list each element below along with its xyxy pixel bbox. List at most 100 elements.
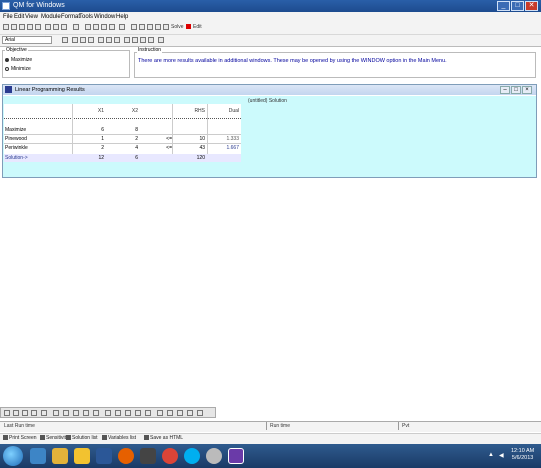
undo-icon[interactable] (73, 24, 79, 30)
tool-icon[interactable] (145, 410, 151, 416)
align-right-icon[interactable] (114, 37, 120, 43)
underline-icon[interactable] (88, 37, 94, 43)
tool-icon[interactable] (177, 410, 183, 416)
tile-icon[interactable] (139, 24, 145, 30)
solve-label[interactable]: Solve (171, 24, 184, 30)
minimize-label: Minimize (11, 66, 31, 72)
table-icon[interactable] (85, 24, 91, 30)
solve-icon[interactable] (163, 24, 169, 30)
tool-icon[interactable] (93, 410, 99, 416)
folder-icon[interactable] (52, 448, 68, 464)
save-as-icon[interactable] (27, 24, 33, 30)
menu-tools[interactable]: Tools (79, 14, 93, 21)
calculator-icon[interactable] (109, 24, 115, 30)
menu-format[interactable]: Format (61, 14, 80, 21)
maximize-label: Maximize (11, 57, 33, 63)
new-icon[interactable] (3, 24, 9, 30)
stop-icon[interactable] (186, 24, 191, 29)
window-icon[interactable] (131, 24, 137, 30)
notes-icon[interactable] (74, 448, 90, 464)
copy-window-icon[interactable] (155, 24, 161, 30)
tool-icon[interactable] (105, 410, 111, 416)
help-icon[interactable] (119, 24, 125, 30)
cut-icon[interactable] (45, 24, 51, 30)
menu-edit[interactable]: Edit (14, 14, 24, 21)
zoom-icon[interactable] (132, 37, 138, 43)
tool-icon[interactable] (187, 410, 193, 416)
printer-icon (3, 435, 8, 441)
tool-icon[interactable] (41, 410, 47, 416)
decimal-icon[interactable] (124, 37, 130, 43)
menu-view[interactable]: View (25, 14, 38, 21)
tab-print-screen[interactable]: Print Screen (3, 435, 37, 441)
italic-icon[interactable] (80, 37, 86, 43)
row-label-periwinkle: Periwinkle (5, 145, 28, 151)
start-button[interactable] (3, 446, 23, 466)
cell-pinewood-dual: 1.333 (226, 136, 239, 142)
tool-icon[interactable] (13, 410, 19, 416)
tab-variables-list[interactable]: Variables list (102, 435, 136, 441)
align-center-icon[interactable] (106, 37, 112, 43)
color-icon[interactable] (140, 37, 146, 43)
menu-window[interactable]: Window (94, 14, 115, 21)
menu-module[interactable]: Module (41, 14, 61, 21)
print-icon[interactable] (35, 24, 41, 30)
cell-periwinkle-x1: 2 (101, 145, 104, 151)
maximize-radio[interactable] (5, 58, 9, 62)
menu-file[interactable]: File (3, 14, 13, 21)
font-size-icon[interactable] (62, 37, 68, 43)
results-minimize-button[interactable]: – (500, 86, 510, 94)
tool-icon[interactable] (4, 410, 10, 416)
maximize-button[interactable]: □ (511, 1, 524, 11)
media-icon[interactable] (140, 448, 156, 464)
tool-icon[interactable] (73, 410, 79, 416)
network-icon[interactable]: ▲ (488, 452, 494, 458)
chart-icon[interactable] (101, 24, 107, 30)
open-icon[interactable] (11, 24, 17, 30)
results-close-button[interactable]: × (522, 86, 532, 94)
skype-icon[interactable] (184, 448, 200, 464)
minimize-button[interactable]: _ (497, 1, 510, 11)
qm-taskbar-icon[interactable] (228, 448, 244, 464)
tool-icon[interactable] (83, 410, 89, 416)
row-label-maximize: Maximize (5, 127, 27, 133)
utility-icon[interactable] (206, 448, 222, 464)
tool-icon[interactable] (63, 410, 69, 416)
cascade-icon[interactable] (147, 24, 153, 30)
minimize-radio[interactable] (5, 67, 9, 71)
settings-icon[interactable] (158, 37, 164, 43)
menu-help[interactable]: Help (116, 14, 128, 21)
tool-icon[interactable] (53, 410, 59, 416)
tool-icon[interactable] (31, 410, 37, 416)
tool-icon[interactable] (197, 410, 203, 416)
clock[interactable]: 12:10 AM 5/6/2013 (511, 448, 534, 462)
copy-icon[interactable] (53, 24, 59, 30)
tool-icon[interactable] (115, 410, 121, 416)
save-icon[interactable] (19, 24, 25, 30)
tab-sensitivity[interactable]: Sensitivity (40, 435, 69, 441)
grid-icon[interactable] (93, 24, 99, 30)
cell-solution-x1: 12 (98, 155, 104, 161)
ie-icon[interactable] (30, 448, 46, 464)
results-maximize-button[interactable]: □ (511, 86, 521, 94)
chrome-icon[interactable] (162, 448, 178, 464)
tab-solution-list[interactable]: Solution list (66, 435, 98, 441)
firefox-icon[interactable] (118, 448, 134, 464)
font-field[interactable]: Arial (2, 36, 52, 44)
bold-icon[interactable] (72, 37, 78, 43)
fill-icon[interactable] (148, 37, 154, 43)
tool-icon[interactable] (167, 410, 173, 416)
results-window-title: Linear Programming Results (15, 87, 85, 93)
tab-save-html[interactable]: Save as HTML (144, 435, 183, 441)
volume-icon[interactable]: ◀ (499, 452, 504, 459)
align-left-icon[interactable] (98, 37, 104, 43)
word-icon[interactable] (96, 448, 112, 464)
close-button[interactable]: ✕ (525, 1, 538, 11)
edit-label[interactable]: Edit (193, 24, 202, 30)
tool-icon[interactable] (22, 410, 28, 416)
html-icon (144, 435, 149, 441)
tool-icon[interactable] (157, 410, 163, 416)
paste-icon[interactable] (61, 24, 67, 30)
tool-icon[interactable] (135, 410, 141, 416)
tool-icon[interactable] (125, 410, 131, 416)
